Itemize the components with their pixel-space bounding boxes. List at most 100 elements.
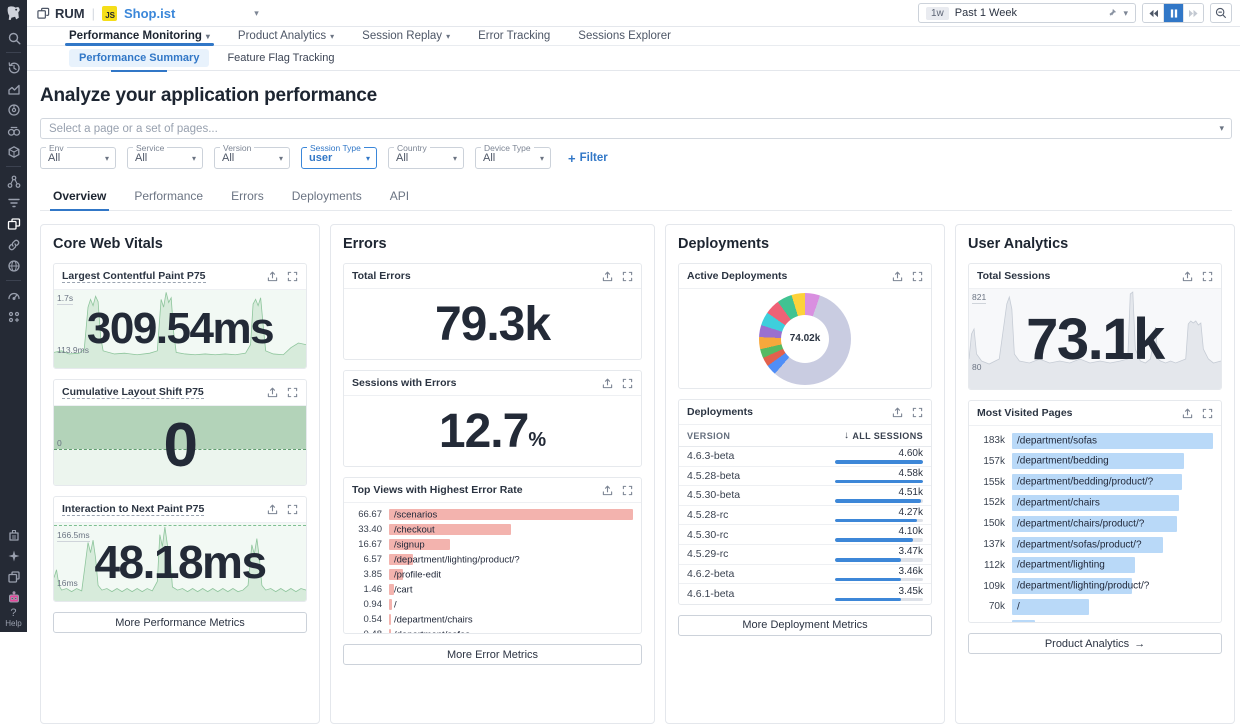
- chevron-down-icon[interactable]: ▾: [1123, 8, 1128, 19]
- add-filter-button[interactable]: +Filter: [568, 151, 608, 166]
- bar-row[interactable]: 16.67/signup: [352, 538, 633, 551]
- nav-item-session-replay[interactable]: Session Replay▾: [348, 27, 464, 45]
- layers-icon[interactable]: [0, 566, 27, 587]
- bar-row[interactable]: 33.40/checkout: [352, 523, 633, 536]
- service-map-icon[interactable]: [0, 171, 27, 192]
- timeseries-chart[interactable]: 166.5ms16ms48.18ms: [54, 523, 306, 601]
- tab-overview[interactable]: Overview: [40, 183, 119, 210]
- datadog-logo[interactable]: [0, 0, 27, 27]
- globe-icon[interactable]: [0, 255, 27, 276]
- export-icon[interactable]: [602, 378, 613, 389]
- skip-forward-button[interactable]: [1183, 4, 1203, 22]
- expand-icon[interactable]: [287, 504, 298, 515]
- experiments-icon[interactable]: [0, 306, 27, 327]
- column-version[interactable]: VERSION: [687, 431, 730, 441]
- filter-select-env[interactable]: EnvAll▾: [40, 147, 116, 169]
- nav-item-sessions-explorer[interactable]: Sessions Explorer: [564, 27, 685, 45]
- help-item[interactable]: ? Help: [5, 608, 21, 632]
- expand-icon[interactable]: [622, 271, 633, 282]
- nav-item-product-analytics[interactable]: Product Analytics▾: [224, 27, 348, 45]
- rum-icon[interactable]: [0, 213, 27, 234]
- time-range-selector[interactable]: 1w Past 1 Week ▾: [918, 3, 1136, 23]
- bar-row[interactable]: 112k/department/lighting: [977, 556, 1213, 575]
- table-row[interactable]: 4.5.28-rc4.27k: [679, 506, 931, 526]
- donut-chart[interactable]: 74.02k: [679, 289, 931, 388]
- subnav-item-performance-summary[interactable]: Performance Summary: [69, 49, 209, 67]
- pause-button[interactable]: [1163, 4, 1183, 22]
- pin-icon[interactable]: [1107, 8, 1117, 18]
- bar-row[interactable]: 137k/department/sofas/product/?: [977, 535, 1213, 554]
- tab-errors[interactable]: Errors: [218, 183, 277, 210]
- bar-row[interactable]: 21k/cart: [977, 618, 1213, 622]
- search-input[interactable]: [41, 123, 1219, 135]
- table-row[interactable]: 4.5.29-rc3.47k: [679, 545, 931, 565]
- timeseries-chart[interactable]: 00: [54, 406, 306, 485]
- expand-icon[interactable]: [1202, 271, 1213, 282]
- bar-row[interactable]: 155k/department/bedding/product/?: [977, 473, 1213, 492]
- table-row[interactable]: 4.5.30-rc4.10k: [679, 525, 931, 545]
- expand-icon[interactable]: [622, 378, 633, 389]
- expand-icon[interactable]: [912, 271, 923, 282]
- export-icon[interactable]: [892, 271, 903, 282]
- bar-row[interactable]: 0.54/department/chairs: [352, 613, 633, 626]
- more-performance-metrics-button[interactable]: More Performance Metrics: [53, 612, 307, 633]
- export-icon[interactable]: [267, 271, 278, 282]
- bar-row[interactable]: 0.48/department/sofas: [352, 628, 633, 633]
- filter-select-version[interactable]: VersionAll▾: [214, 147, 290, 169]
- more-deployment-metrics-button[interactable]: More Deployment Metrics: [678, 615, 932, 636]
- bar-row[interactable]: 157k/department/bedding: [977, 452, 1213, 471]
- tab-api[interactable]: API: [377, 183, 422, 210]
- bar-row[interactable]: 1.46/cart: [352, 583, 633, 596]
- filter-icon[interactable]: [0, 192, 27, 213]
- filter-select-country[interactable]: CountryAll▾: [388, 147, 464, 169]
- integrations-icon[interactable]: [0, 141, 27, 162]
- bar-row[interactable]: 152k/department/chairs: [977, 493, 1213, 512]
- subnav-item-feature-flag-tracking[interactable]: Feature Flag Tracking: [217, 49, 344, 67]
- table-row[interactable]: 4.6.2-beta3.46k: [679, 565, 931, 585]
- expand-icon[interactable]: [1202, 408, 1213, 419]
- timeseries-chart[interactable]: 8218073.1k: [969, 289, 1221, 389]
- bar-row[interactable]: 70k/: [977, 597, 1213, 616]
- zoom-out-button[interactable]: [1210, 3, 1232, 23]
- dashboards-icon[interactable]: [0, 78, 27, 99]
- export-icon[interactable]: [267, 387, 278, 398]
- table-row[interactable]: 4.6.1-beta3.45k: [679, 584, 931, 604]
- skip-back-button[interactable]: [1143, 4, 1163, 22]
- product-switcher[interactable]: RUM: [37, 6, 85, 21]
- widget-title[interactable]: Largest Contentful Paint P75: [62, 270, 206, 283]
- building-icon[interactable]: [0, 524, 27, 545]
- bar-row[interactable]: 109k/department/lighting/product/?: [977, 576, 1213, 595]
- bar-row[interactable]: 183k/department/sofas: [977, 431, 1213, 450]
- export-icon[interactable]: [267, 504, 278, 515]
- nav-item-error-tracking[interactable]: Error Tracking: [464, 27, 564, 45]
- expand-icon[interactable]: [287, 387, 298, 398]
- watchdog-icon[interactable]: [0, 120, 27, 141]
- export-icon[interactable]: [1182, 408, 1193, 419]
- bar-row[interactable]: 6.57/department/lighting/product/?: [352, 553, 633, 566]
- apm-icon[interactable]: [0, 99, 27, 120]
- gauge-icon[interactable]: [0, 285, 27, 306]
- table-row[interactable]: 4.6.3-beta4.60k: [679, 447, 931, 467]
- expand-icon[interactable]: [622, 485, 633, 496]
- search-icon[interactable]: [0, 27, 27, 48]
- expand-icon[interactable]: [912, 407, 923, 418]
- timeseries-chart[interactable]: 1.7s113.9ms309.54ms: [54, 290, 306, 368]
- bar-row[interactable]: 3.85/profile-edit: [352, 568, 633, 581]
- table-row[interactable]: 4.5.30-beta4.51k: [679, 486, 931, 506]
- filter-select-service[interactable]: ServiceAll▾: [127, 147, 203, 169]
- export-icon[interactable]: [1182, 271, 1193, 282]
- export-icon[interactable]: [602, 271, 613, 282]
- bits-ai-icon[interactable]: [0, 587, 27, 608]
- export-icon[interactable]: [602, 485, 613, 496]
- bar-row[interactable]: 150k/department/chairs/product/?: [977, 514, 1213, 533]
- product-analytics-button[interactable]: Product Analytics→: [968, 633, 1222, 654]
- app-selector[interactable]: Shop.ist: [124, 6, 175, 21]
- filter-select-session-type[interactable]: Session Typeuser▾: [301, 147, 377, 169]
- sparkle-icon[interactable]: [0, 545, 27, 566]
- more-error-metrics-button[interactable]: More Error Metrics: [343, 644, 642, 665]
- bar-row[interactable]: 66.67/scenarios: [352, 508, 633, 521]
- widget-title[interactable]: Interaction to Next Paint P75: [62, 503, 204, 516]
- chevron-down-icon[interactable]: ▾: [254, 8, 259, 19]
- bar-row[interactable]: 0.94/: [352, 598, 633, 611]
- table-row[interactable]: 4.5.28-beta4.58k: [679, 467, 931, 487]
